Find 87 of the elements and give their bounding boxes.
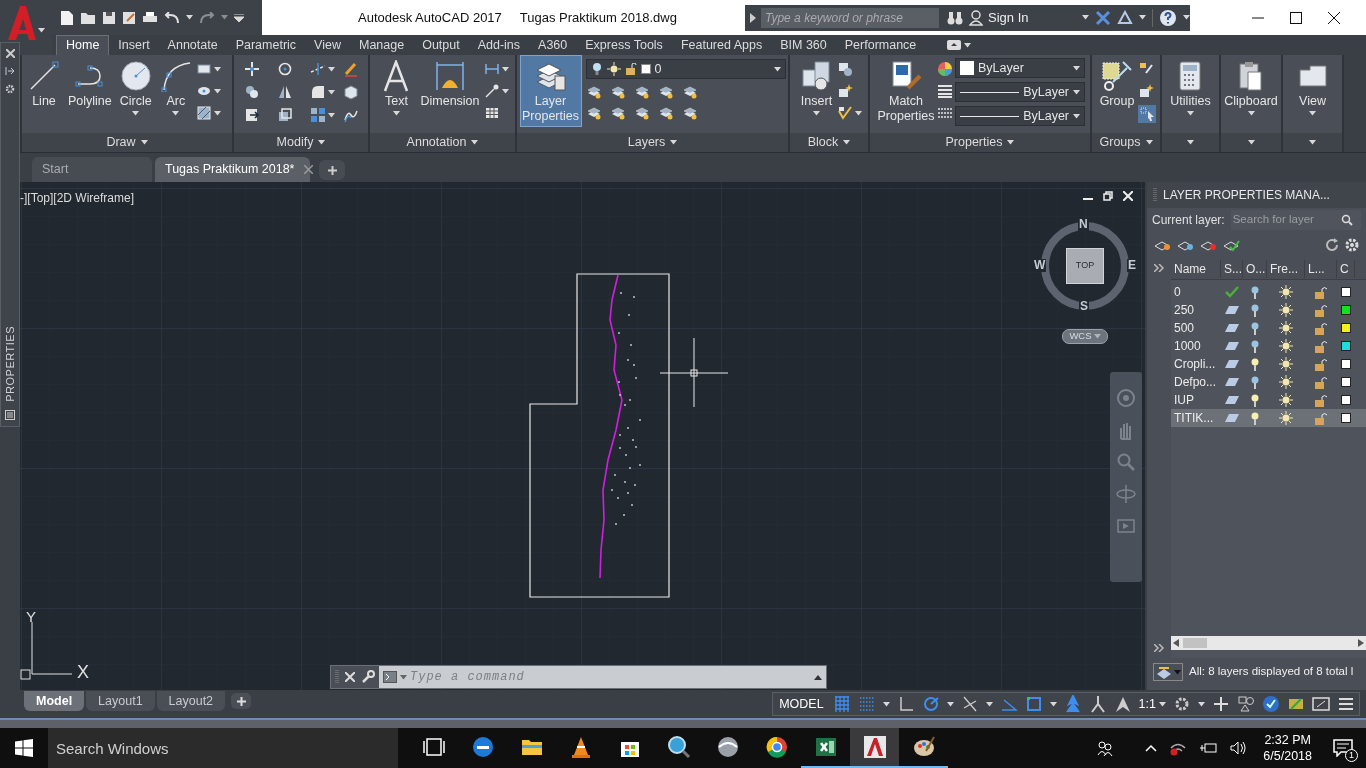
color-dropdown[interactable]: ByLayer [955,58,1085,78]
ribbon-tab[interactable]: Featured Apps [671,35,772,55]
palette-title: LAYER PROPERTIES MANA... [1163,187,1330,204]
column-header[interactable]: O... [1243,259,1267,278]
layer-row[interactable]: TITIK... [1171,409,1366,427]
clock[interactable]: 2:32 PM 6/5/2018 [1259,732,1316,764]
layout-tab[interactable]: Layout1 [86,691,155,711]
notifications-button[interactable]: 1 [1328,733,1358,763]
viewcube-face[interactable]: TOP [1066,248,1104,284]
search-field[interactable]: Type a keyword or phrase [761,7,939,28]
ribbon-tab[interactable]: Manage [349,35,414,55]
layer-name: Defpo... [1173,374,1218,391]
tool-button[interactable]: Clipboard [1221,55,1281,119]
layout-tab[interactable]: Model [24,691,85,711]
layout-tab[interactable]: Layout2 [156,691,226,711]
tool-button[interactable]: Utilities [1166,55,1215,119]
ribbon-tab[interactable]: Insert [109,35,159,55]
palette-tab-label[interactable]: PROPERTIES [1,326,19,402]
layer-row[interactable]: 0 [1171,283,1366,301]
column-header[interactable]: C [1337,259,1355,278]
tool-button[interactable]: Layer Properties [519,55,582,127]
layer-search-field[interactable]: Search for layer [1230,210,1361,230]
tool-button[interactable]: View [1292,55,1333,119]
tool-button[interactable]: Insert [796,55,837,119]
column-header[interactable]: Name [1171,259,1221,278]
layer-row[interactable]: Cropli... [1171,355,1366,373]
tool-button[interactable]: Polyline [64,55,116,112]
panel-title[interactable]: Draw [106,133,148,152]
layer-name: 0 [1173,284,1182,301]
layer-name: IUP [1173,392,1195,409]
file-tab[interactable]: Start [32,157,152,182]
layer-status-text: All: 8 layers displayed of 8 total l [1189,664,1354,680]
tool-button[interactable]: Arc [155,55,196,119]
layer-row[interactable]: 250 [1171,301,1366,319]
column-header[interactable]: Fre... [1267,259,1305,278]
compass-west[interactable]: W [1033,259,1047,272]
annotation-scale-button[interactable]: 1:1 [1138,694,1166,714]
ribbon-tab[interactable]: Add-ins [468,35,530,55]
layer-search-input[interactable]: Search for layer [1230,211,1341,229]
tool-button[interactable]: Dimension [416,55,484,112]
compass-east[interactable]: E [1127,259,1137,272]
ribbon-tab[interactable]: Parametric [226,35,306,55]
sign-in-button[interactable]: Sign In [969,7,1089,28]
lineweight-dropdown[interactable]: ByLayer [955,82,1085,102]
tool-button[interactable]: Text [376,55,417,119]
file-tab[interactable]: Tugas Praktikum 2018* [155,157,310,182]
ribbon-tab[interactable]: Annotate [158,35,227,55]
layer-name: 1000 [1173,338,1202,355]
layer-dropdown[interactable]: 0 [585,59,786,79]
layer-name: 250 [1173,302,1196,319]
ucs-x-label: X [77,661,89,684]
tool-button[interactable]: Match Properties [875,55,937,127]
ribbon-tab[interactable]: Home [56,35,110,55]
layer-row[interactable]: 1000 [1171,337,1366,355]
current-layer-label: Current layer: [1152,212,1225,229]
compass-south[interactable]: S [1079,300,1089,313]
column-header[interactable]: L... [1305,259,1337,278]
ucs-menu-button[interactable]: WCS [1062,329,1108,344]
linetype-dropdown[interactable]: ByLayer [955,106,1085,126]
layer-row[interactable]: Defpo... [1171,373,1366,391]
ribbon-tab[interactable]: A360 [529,35,577,55]
ribbon-tab[interactable]: Output [413,35,469,55]
command-input[interactable]: Type a command [410,668,811,686]
viewport-controls-label[interactable]: -][Top][2D Wireframe] [20,189,135,207]
file-title: Tugas Praktikum 2018.dwg [519,8,677,27]
layer-name: 500 [1173,320,1196,337]
tool-button[interactable]: Circle [115,55,156,119]
drawing-canvas[interactable]: -][Top][2D Wireframe] N W TOP E S WCS Y X Type a command [20,182,1145,690]
compass-north[interactable]: N [1078,218,1089,231]
layer-row[interactable]: 500 [1171,319,1366,337]
ribbon-tab[interactable]: View [305,35,350,55]
layer-row[interactable]: IUP [1171,391,1366,409]
notification-count-badge: 1 [1345,749,1358,762]
ribbon-tab[interactable]: BIM 360 [771,35,836,55]
command-field[interactable]: Type a command [379,666,826,688]
tool-button[interactable]: Group [1095,55,1139,112]
ribbon-tab[interactable]: Performance [835,35,926,55]
ucs-y-label: Y [26,607,36,627]
column-header[interactable]: S... [1221,259,1243,278]
taskbar-search-field[interactable]: Search Windows [48,728,398,768]
panel-title[interactable]: Layers [627,133,678,152]
tool-button[interactable]: Line [24,55,64,112]
layer-name: Cropli... [1173,356,1217,373]
layer-name: TITIK... [1173,410,1215,427]
app-title: Autodesk AutoCAD 2017 [358,8,502,27]
model-space-button[interactable]: MODEL [777,694,826,714]
ribbon-tab[interactable]: Express Tools [576,35,672,55]
